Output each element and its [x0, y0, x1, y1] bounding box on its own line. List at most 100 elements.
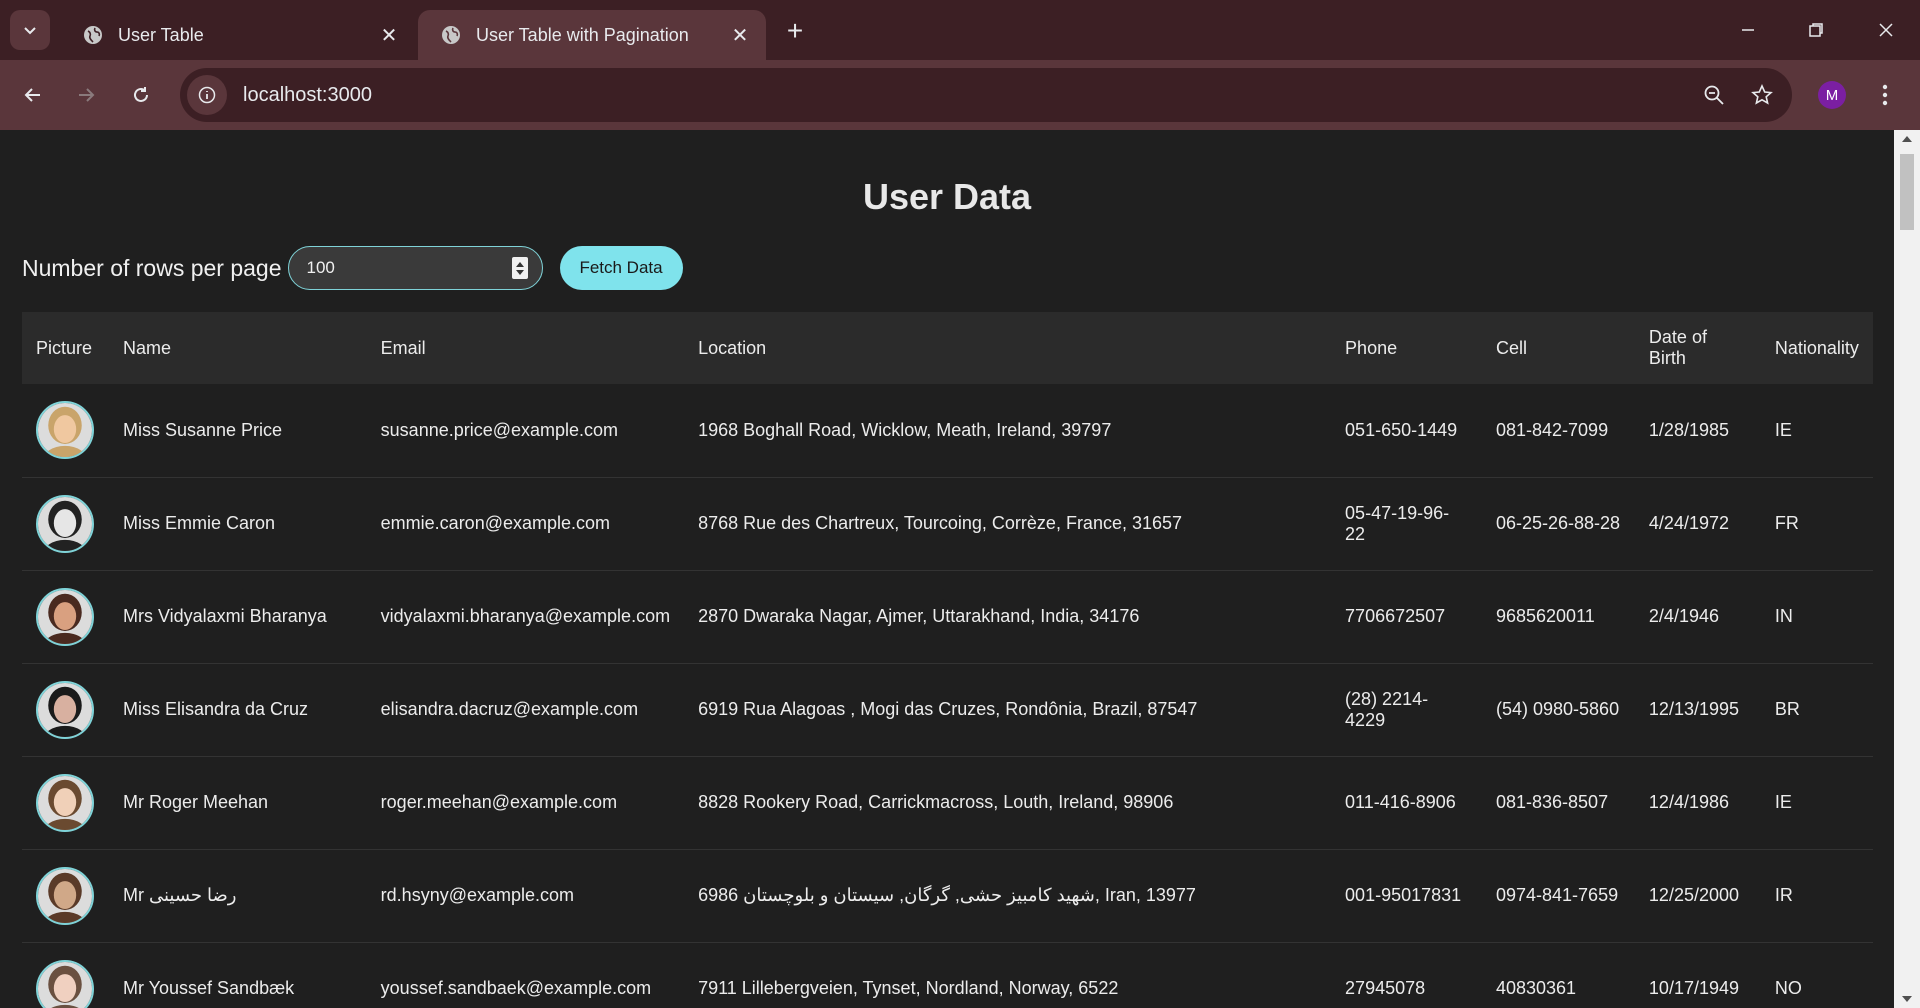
- arrow-right-icon: [79, 88, 95, 102]
- rows-per-page-label: Number of rows per page: [22, 254, 282, 281]
- user-nationality: IR: [1774, 885, 1793, 905]
- tab-search-button[interactable]: [10, 10, 50, 50]
- page-content: User Data Number of rows per page 100 Fe…: [0, 130, 1894, 1008]
- user-location: 7911 Lillebergveien, Tynset, Nordland, N…: [698, 978, 1119, 998]
- picture-cell: [22, 756, 109, 849]
- user-nationality: IE: [1774, 792, 1792, 812]
- close-window-icon[interactable]: [1866, 12, 1906, 48]
- column-header: Phone: [1345, 337, 1398, 358]
- number-spinner-icon[interactable]: [511, 257, 528, 279]
- table-header-row: Picture Name Email Location Phone Cell D…: [22, 312, 1873, 384]
- close-tab-icon[interactable]: ✕: [728, 23, 752, 47]
- address-bar[interactable]: localhost:3000: [180, 68, 1792, 122]
- user-dob: 12/13/1995: [1648, 699, 1740, 719]
- user-dob: 1/28/1985: [1648, 419, 1729, 440]
- scrollbar-thumb[interactable]: [1900, 154, 1914, 230]
- table-row: Mr Youssef Sandbæk youssef.sandbaek@examp…: [22, 942, 1873, 1008]
- user-avatar: [36, 401, 94, 460]
- user-phone: 051-650-1449: [1345, 419, 1458, 440]
- user-cell: 9685620011: [1495, 606, 1595, 626]
- scroll-up-icon[interactable]: [1902, 136, 1912, 142]
- user-nationality: IE: [1774, 419, 1792, 440]
- user-phone: (28) 2214-4229: [1345, 688, 1429, 730]
- user-avatar: [36, 680, 94, 739]
- user-name: Miss Emmie Caron: [122, 513, 276, 533]
- url-text[interactable]: localhost:3000: [243, 84, 1694, 107]
- user-location: 6986 شهید کامبیز حشی, گرگان, سیستان و بل…: [698, 885, 1196, 905]
- user-name: Miss Susanne Price: [122, 419, 283, 440]
- user-cell: 40830361: [1495, 978, 1577, 998]
- user-location: 1968 Boghall Road, Wicklow, Meath, Irela…: [698, 419, 1112, 440]
- browser-toolbar: localhost:3000 M: [0, 60, 1920, 130]
- new-tab-button[interactable]: +: [780, 15, 810, 46]
- user-avatar: [36, 959, 94, 1008]
- arrow-left-icon: [24, 88, 40, 102]
- tab-strip: User Table ✕ User Table with Pagination …: [0, 0, 1920, 60]
- user-nationality: NO: [1774, 978, 1802, 998]
- bookmark-star-icon[interactable]: [1742, 75, 1782, 115]
- column-header: Date of Birth: [1648, 327, 1707, 368]
- reload-button[interactable]: [121, 75, 161, 115]
- column-header: Nationality: [1774, 337, 1859, 358]
- close-tab-icon[interactable]: ✕: [377, 23, 401, 47]
- user-email: roger.meehan@example.com: [380, 792, 618, 812]
- user-email: emmie.caron@example.com: [380, 513, 611, 533]
- back-button[interactable]: [13, 75, 53, 115]
- user-cell: 0974-841-7659: [1495, 885, 1619, 905]
- user-dob: 12/25/2000: [1648, 885, 1740, 905]
- restore-icon[interactable]: [1796, 12, 1836, 48]
- user-avatar: [36, 866, 94, 925]
- user-location: 8828 Rookery Road, Carrickmacross, Louth…: [698, 792, 1174, 812]
- column-header: Picture: [36, 337, 93, 358]
- profile-avatar[interactable]: M: [1818, 81, 1846, 109]
- user-email: susanne.price@example.com: [380, 419, 619, 440]
- column-header: Name: [122, 337, 171, 358]
- tab-user-table-pagination[interactable]: User Table with Pagination ✕: [418, 10, 766, 60]
- picture-cell: [22, 663, 109, 756]
- user-name: Mrs Vidyalaxmi Bharanya: [122, 606, 327, 626]
- user-cell: 081-842-7099: [1495, 419, 1609, 440]
- user-location: 8768 Rue des Chartreux, Tourcoing, Corrè…: [698, 513, 1183, 533]
- user-cell: 081-836-8507: [1495, 792, 1609, 812]
- column-header: Email: [380, 337, 426, 358]
- user-nationality: IN: [1774, 606, 1793, 626]
- user-name: Mr رضا حسینی: [122, 885, 237, 905]
- user-location: 2870 Dwaraka Nagar, Ajmer, Uttarakhand, …: [698, 606, 1140, 626]
- table-row: Mrs Vidyalaxmi Bharanya vidyalaxmi.bharan…: [22, 570, 1873, 663]
- user-phone: 05-47-19-96-22: [1345, 502, 1450, 544]
- more-options-icon[interactable]: [1870, 75, 1900, 115]
- picture-cell: [22, 384, 109, 477]
- site-info-icon[interactable]: [187, 75, 227, 115]
- minimize-icon[interactable]: [1728, 12, 1768, 48]
- user-avatar: [36, 494, 94, 553]
- reload-icon: [134, 87, 148, 102]
- user-name: Mr Roger Meehan: [122, 792, 269, 812]
- forward-button[interactable]: [66, 75, 106, 115]
- user-phone: 7706672507: [1345, 606, 1446, 626]
- page-title: User Data: [862, 176, 1032, 217]
- table-row: Miss Emmie Caron emmie.caron@example.com 8…: [22, 477, 1873, 570]
- picture-cell: [22, 477, 109, 570]
- tab-title: User Table: [118, 24, 204, 45]
- scroll-down-icon[interactable]: [1902, 996, 1912, 1002]
- user-phone: 27945078: [1345, 978, 1426, 998]
- zoom-icon[interactable]: [1694, 75, 1734, 115]
- fetch-data-button[interactable]: Fetch Data: [559, 246, 683, 290]
- rows-per-page-value[interactable]: 100: [307, 258, 512, 278]
- table-row: Miss Susanne Price susanne.price@example.…: [22, 384, 1873, 477]
- user-dob: 2/4/1946: [1648, 606, 1719, 626]
- user-name: Mr Youssef Sandbæk: [122, 978, 295, 998]
- chevron-down-icon: [24, 27, 36, 35]
- user-table: Picture Name Email Location Phone Cell D…: [22, 312, 1873, 1008]
- tab-title: User Table with Pagination: [476, 24, 689, 45]
- user-name: Miss Elisandra da Cruz: [122, 699, 309, 719]
- picture-cell: [22, 942, 109, 1008]
- user-phone: 011-416-8906: [1345, 792, 1456, 812]
- tab-user-table[interactable]: User Table ✕: [60, 10, 415, 60]
- rows-per-page-input[interactable]: 100: [287, 246, 543, 290]
- user-email: vidyalaxmi.bharanya@example.com: [380, 606, 671, 626]
- globe-icon: [440, 24, 462, 46]
- vertical-scrollbar[interactable]: [1894, 130, 1920, 1008]
- user-email: rd.hsyny@example.com: [380, 885, 575, 905]
- user-email: youssef.sandbaek@example.com: [380, 978, 652, 998]
